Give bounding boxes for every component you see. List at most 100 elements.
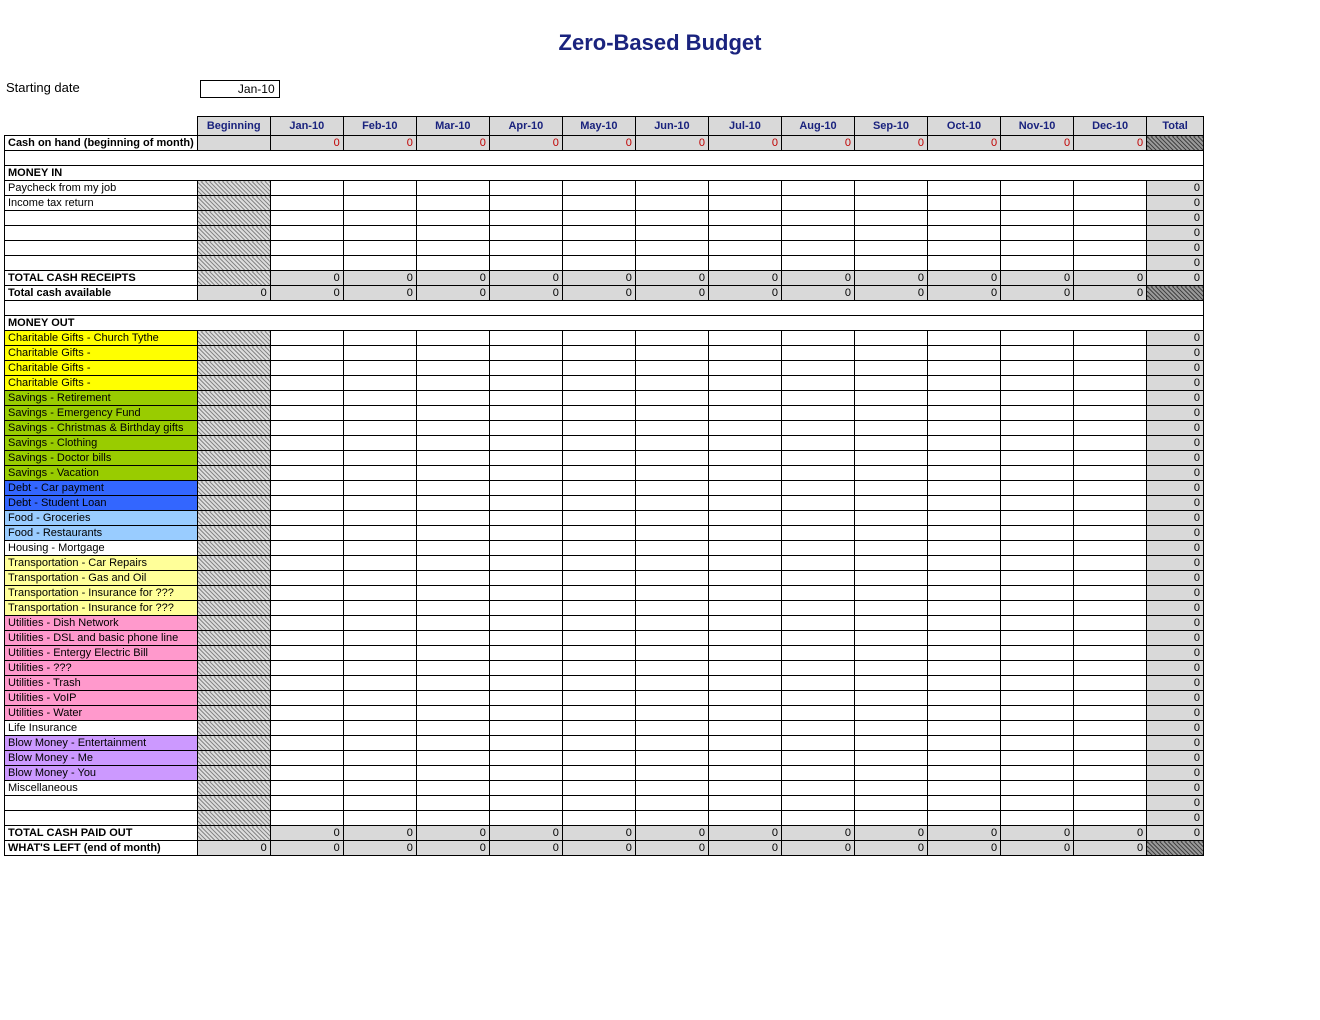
cell[interactable]: 0 (270, 136, 343, 151)
cell[interactable] (928, 526, 1001, 541)
cell[interactable] (928, 676, 1001, 691)
cell[interactable] (270, 571, 343, 586)
cell[interactable] (708, 361, 781, 376)
cell[interactable] (781, 706, 854, 721)
cell[interactable] (1001, 751, 1074, 766)
cell[interactable] (635, 721, 708, 736)
cell[interactable] (343, 796, 416, 811)
cell[interactable] (343, 421, 416, 436)
cell[interactable] (489, 586, 562, 601)
cell[interactable] (270, 196, 343, 211)
cell[interactable] (635, 196, 708, 211)
cell[interactable] (855, 331, 928, 346)
cell[interactable] (928, 406, 1001, 421)
cell[interactable] (928, 376, 1001, 391)
cell[interactable] (1001, 346, 1074, 361)
cell[interactable] (635, 646, 708, 661)
cell[interactable] (928, 421, 1001, 436)
cell[interactable] (343, 586, 416, 601)
cell[interactable] (855, 481, 928, 496)
cell[interactable] (562, 616, 635, 631)
cell[interactable] (708, 646, 781, 661)
cell[interactable] (1074, 181, 1147, 196)
cell[interactable] (708, 586, 781, 601)
cell[interactable] (781, 661, 854, 676)
cell[interactable] (562, 706, 635, 721)
cell[interactable] (270, 481, 343, 496)
cell[interactable] (855, 346, 928, 361)
cell[interactable] (343, 481, 416, 496)
cell[interactable] (708, 226, 781, 241)
cell[interactable] (1074, 496, 1147, 511)
cell[interactable] (855, 661, 928, 676)
cell[interactable] (1001, 211, 1074, 226)
cell[interactable] (562, 676, 635, 691)
cell[interactable] (781, 376, 854, 391)
cell[interactable] (1001, 661, 1074, 676)
cell[interactable] (635, 331, 708, 346)
cell[interactable] (343, 346, 416, 361)
cell[interactable] (635, 631, 708, 646)
cell[interactable] (855, 616, 928, 631)
cell[interactable] (1001, 196, 1074, 211)
cell[interactable] (928, 781, 1001, 796)
cell[interactable] (562, 391, 635, 406)
cell[interactable]: 0 (416, 136, 489, 151)
cell[interactable] (1001, 391, 1074, 406)
cell[interactable] (416, 376, 489, 391)
cell[interactable] (928, 646, 1001, 661)
cell[interactable] (635, 376, 708, 391)
cell[interactable] (708, 331, 781, 346)
cell[interactable] (416, 196, 489, 211)
cell[interactable] (855, 451, 928, 466)
cell[interactable] (489, 541, 562, 556)
cell[interactable] (562, 466, 635, 481)
cell[interactable] (1001, 706, 1074, 721)
cell[interactable] (928, 511, 1001, 526)
cell[interactable] (343, 226, 416, 241)
cell[interactable] (1001, 481, 1074, 496)
cell[interactable] (489, 796, 562, 811)
cell[interactable]: 0 (855, 136, 928, 151)
cell[interactable] (416, 631, 489, 646)
cell[interactable] (708, 181, 781, 196)
cell[interactable] (855, 556, 928, 571)
cell[interactable] (781, 721, 854, 736)
cell[interactable] (708, 451, 781, 466)
cell[interactable] (489, 361, 562, 376)
cell[interactable] (855, 736, 928, 751)
cell[interactable] (1001, 181, 1074, 196)
cell[interactable] (270, 451, 343, 466)
cell[interactable] (562, 256, 635, 271)
cell[interactable] (562, 331, 635, 346)
cell[interactable] (635, 706, 708, 721)
cell[interactable] (928, 181, 1001, 196)
cell[interactable] (855, 376, 928, 391)
cell[interactable] (562, 631, 635, 646)
cell[interactable] (562, 451, 635, 466)
cell[interactable]: 0 (489, 136, 562, 151)
cell[interactable] (781, 676, 854, 691)
cell[interactable] (270, 631, 343, 646)
cell[interactable] (1074, 691, 1147, 706)
cell[interactable] (781, 691, 854, 706)
cell[interactable] (489, 436, 562, 451)
cell[interactable] (1001, 451, 1074, 466)
cell[interactable] (416, 256, 489, 271)
cell[interactable] (855, 226, 928, 241)
cell[interactable] (416, 586, 489, 601)
cell[interactable] (855, 721, 928, 736)
cell[interactable] (855, 631, 928, 646)
cell[interactable] (1074, 481, 1147, 496)
cell[interactable] (562, 781, 635, 796)
cell[interactable] (1074, 361, 1147, 376)
cell[interactable] (562, 241, 635, 256)
cell[interactable] (708, 736, 781, 751)
cell[interactable] (343, 571, 416, 586)
cell[interactable] (343, 556, 416, 571)
cell[interactable] (855, 646, 928, 661)
cell[interactable] (928, 616, 1001, 631)
cell[interactable] (489, 661, 562, 676)
cell[interactable] (416, 736, 489, 751)
cell[interactable] (416, 181, 489, 196)
